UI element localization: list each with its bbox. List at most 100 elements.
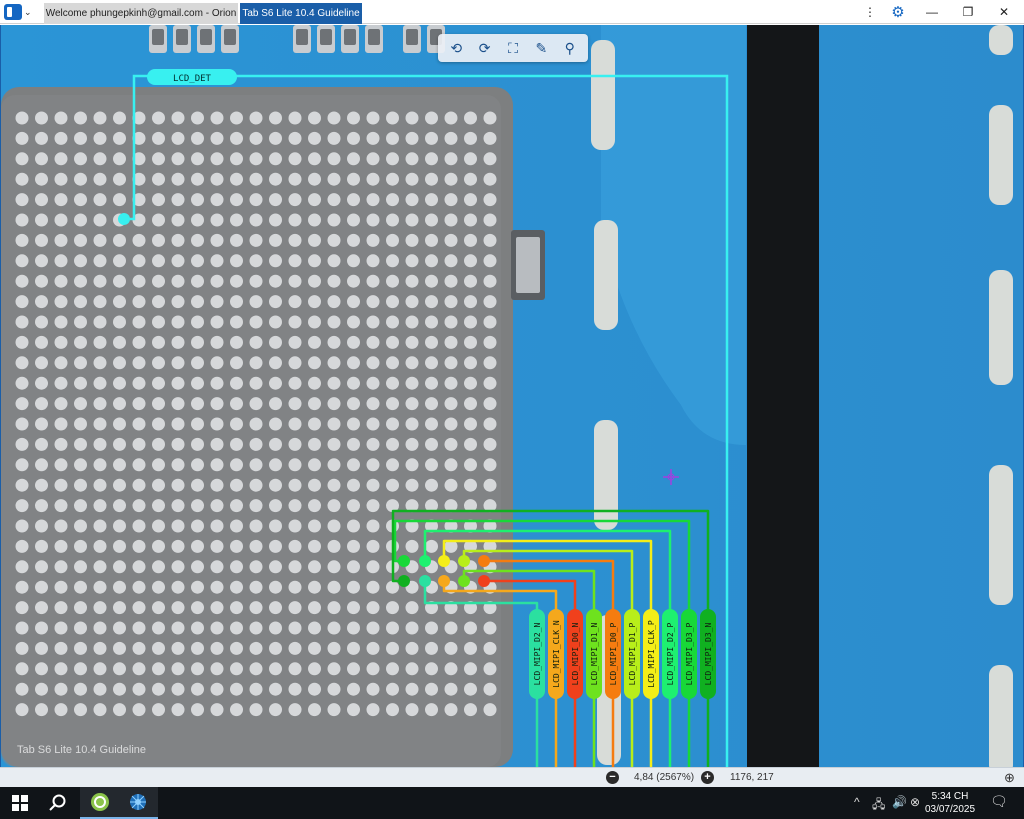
clock[interactable]: 5:34 CH 03/07/2025 xyxy=(920,790,980,816)
minimize-button[interactable]: — xyxy=(914,0,950,24)
bga-ball xyxy=(405,417,419,431)
bga-ball xyxy=(327,335,341,349)
bga-ball xyxy=(113,519,126,533)
close-button[interactable]: ✕ xyxy=(986,0,1022,24)
bga-ball xyxy=(74,152,87,166)
bga-ball xyxy=(288,315,302,329)
bga-ball xyxy=(35,641,48,655)
volume-icon[interactable]: 🔊 xyxy=(892,795,907,809)
zoom-out-button[interactable]: − xyxy=(606,771,619,784)
bga-ball xyxy=(152,172,165,186)
bga-ball xyxy=(132,335,146,349)
bga-ball xyxy=(210,213,224,227)
bga-ball xyxy=(152,703,165,717)
bga-ball xyxy=(327,499,341,513)
bga-ball xyxy=(93,560,107,574)
bga-ball xyxy=(269,437,282,451)
chevron-down-icon: ⌄ xyxy=(24,6,32,17)
search-button[interactable]: ⚲ xyxy=(559,37,581,59)
net-label: LCD_MIPI_D2_P xyxy=(666,623,675,686)
bga-ball xyxy=(191,601,204,615)
bga-ball xyxy=(93,703,107,717)
brush-button[interactable]: ✎ xyxy=(530,37,552,59)
connector-pad-inner xyxy=(200,29,212,45)
bga-ball xyxy=(327,560,341,574)
bga-ball xyxy=(35,172,48,186)
bga-ball xyxy=(288,274,302,288)
lcd-det-label: LCD_DET xyxy=(173,74,212,84)
bga-ball xyxy=(249,682,263,696)
restore-button[interactable]: ❐ xyxy=(950,0,986,24)
net-label: LCD_MIPI_D1_P xyxy=(628,623,637,686)
bga-ball xyxy=(366,356,380,370)
bga-ball xyxy=(366,539,380,553)
start-button[interactable] xyxy=(0,787,40,819)
bga-ball xyxy=(54,193,68,207)
net-label: LCD_MIPI_D3_N xyxy=(704,623,713,686)
rotate-right-button[interactable]: ⟳ xyxy=(474,37,496,59)
status-x-icon[interactable]: ⊗ xyxy=(910,795,920,809)
bga-ball xyxy=(191,560,204,574)
globe-icon[interactable]: ⊕ xyxy=(1004,770,1015,786)
bga-ball xyxy=(308,458,321,472)
tab-welcome[interactable]: Welcome phungepkinh@gmail.com - Orion xyxy=(44,3,238,24)
taskbar-app-green[interactable] xyxy=(80,787,120,819)
bga-ball xyxy=(249,172,263,186)
bga-ball xyxy=(386,458,399,472)
bga-ball xyxy=(152,213,165,227)
taskbar-app-orion[interactable] xyxy=(118,787,158,819)
notification-icon[interactable]: 🗨 xyxy=(990,793,1008,810)
board-viewer[interactable]: LCD_MIPI_D2_N LCD_MIPI_CLK_N LCD_MIPI_D0_N… xyxy=(0,25,1024,767)
bga-ball xyxy=(405,172,419,186)
bga-ball xyxy=(288,703,302,717)
bga-ball xyxy=(35,437,48,451)
bga-ball xyxy=(152,682,165,696)
board-canvas[interactable]: LCD_MIPI_D2_N LCD_MIPI_CLK_N LCD_MIPI_D0_N… xyxy=(1,25,1024,767)
fit-screen-icon: ⛶ xyxy=(508,39,518,56)
bga-ball xyxy=(347,539,360,553)
fit-screen-button[interactable]: ⛶ xyxy=(502,37,524,59)
bga-ball xyxy=(483,213,497,227)
bga-ball xyxy=(191,213,204,227)
bga-ball xyxy=(425,703,438,717)
bga-ball xyxy=(74,703,87,717)
viewer-toolbar: ⟲ ⟳ ⛶ ✎ ⚲ xyxy=(438,34,588,62)
app-menu-button[interactable]: ⌄ xyxy=(4,2,38,22)
bga-ball xyxy=(210,193,224,207)
bga-ball xyxy=(327,458,341,472)
search-taskbar-button[interactable] xyxy=(38,787,78,819)
bga-ball xyxy=(366,152,380,166)
net-label: LCD_MIPI_D3_P xyxy=(685,623,694,686)
tab-guideline[interactable]: Tab S6 Lite 10.4 Guideline xyxy=(240,3,362,24)
tray-chevron-icon[interactable]: ^ xyxy=(854,795,860,809)
bga-ball xyxy=(347,172,360,186)
bga-ball xyxy=(210,519,224,533)
bga-ball xyxy=(74,295,87,309)
network-icon[interactable]: 🖧 xyxy=(872,795,885,816)
bga-ball xyxy=(113,641,126,655)
rotate-left-button[interactable]: ⟲ xyxy=(445,37,467,59)
bga-ball xyxy=(464,131,477,145)
bga-ball xyxy=(132,703,146,717)
bga-ball xyxy=(15,478,29,492)
settings-button[interactable]: ⚙ xyxy=(880,0,916,24)
bga-ball xyxy=(113,539,126,553)
bga-ball xyxy=(366,213,380,227)
bga-ball xyxy=(210,397,224,411)
bga-ball xyxy=(152,193,165,207)
bga-ball xyxy=(54,254,68,268)
bga-ball xyxy=(425,172,438,186)
bga-ball xyxy=(54,376,68,390)
bga-ball xyxy=(327,397,341,411)
bga-ball xyxy=(269,315,282,329)
bga-ball xyxy=(191,621,204,635)
bga-ball xyxy=(386,274,399,288)
bga-ball xyxy=(327,580,341,594)
restore-icon: ❐ xyxy=(962,5,974,19)
bga-ball xyxy=(288,560,302,574)
bga-ball xyxy=(269,254,282,268)
bga-ball xyxy=(308,478,321,492)
bga-ball xyxy=(132,274,146,288)
bga-ball xyxy=(327,233,341,247)
zoom-in-button[interactable]: + xyxy=(701,771,714,784)
